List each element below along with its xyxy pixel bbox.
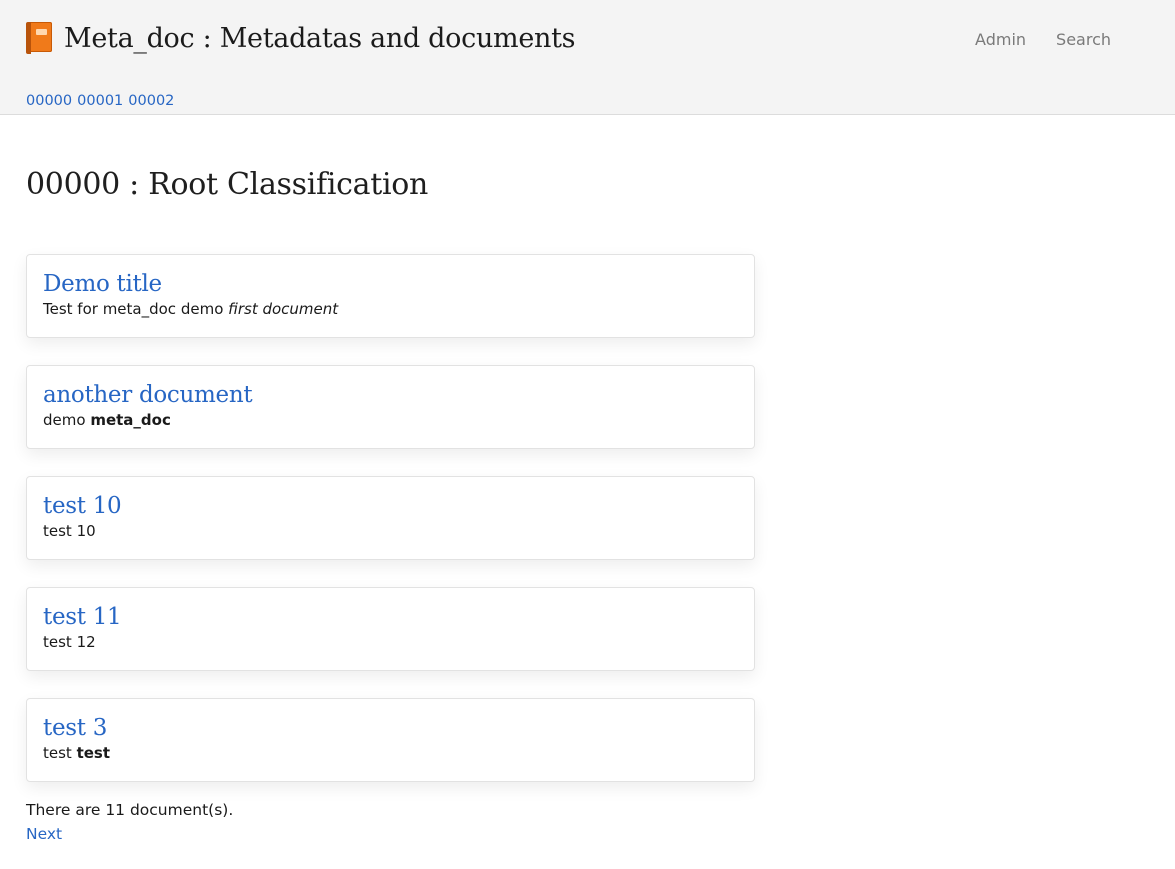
document-card: Demo title Test for meta_doc demo first … [26, 254, 755, 338]
document-title-link[interactable]: test 11 [43, 602, 738, 632]
document-description: test 12 [43, 632, 738, 653]
top-bar: Meta_doc : Metadatas and documents Admin… [0, 0, 1175, 115]
top-nav: Admin Search [975, 30, 1111, 49]
brand[interactable]: Meta_doc : Metadatas and documents [26, 22, 576, 54]
document-card: test 11 test 12 [26, 587, 755, 671]
document-description: test 10 [43, 521, 738, 542]
description-text: test 10 [43, 522, 96, 540]
document-title-link[interactable]: Demo title [43, 269, 738, 299]
document-list: Demo title Test for meta_doc demo first … [26, 254, 755, 782]
description-text: test 12 [43, 633, 96, 651]
description-text: demo [43, 411, 91, 429]
nav-search-link[interactable]: Search [1056, 30, 1111, 49]
breadcrumb: 00000 00001 00002 [26, 93, 179, 109]
nav-admin-link[interactable]: Admin [975, 30, 1026, 49]
main-content: 00000 : Root Classification Demo title T… [0, 167, 1175, 846]
breadcrumb-item[interactable]: 00001 [77, 93, 123, 109]
document-title-link[interactable]: test 10 [43, 491, 738, 521]
description-text: Test for meta_doc demo [43, 300, 229, 318]
document-count: There are 11 document(s). [26, 801, 234, 819]
document-card: test 3 test test [26, 698, 755, 782]
document-card: another document demo meta_doc [26, 365, 755, 449]
description-emphasis: first document [228, 300, 339, 318]
breadcrumb-item[interactable]: 00000 [26, 93, 72, 109]
description-text: test [43, 744, 77, 762]
document-description: test test [43, 743, 738, 764]
next-page-link[interactable]: Next [26, 825, 62, 843]
description-bold: meta_doc [90, 411, 171, 429]
document-title-link[interactable]: another document [43, 380, 738, 410]
description-bold: test [76, 744, 111, 762]
breadcrumb-item[interactable]: 00002 [128, 93, 174, 109]
document-card: test 10 test 10 [26, 476, 755, 560]
orange-book-icon [26, 22, 52, 54]
document-description: demo meta_doc [43, 410, 738, 431]
document-description: Test for meta_doc demo first document [43, 299, 738, 320]
site-title[interactable]: Meta_doc : Metadatas and documents [64, 23, 576, 54]
page-title: 00000 : Root Classification [26, 167, 429, 202]
document-title-link[interactable]: test 3 [43, 713, 738, 743]
